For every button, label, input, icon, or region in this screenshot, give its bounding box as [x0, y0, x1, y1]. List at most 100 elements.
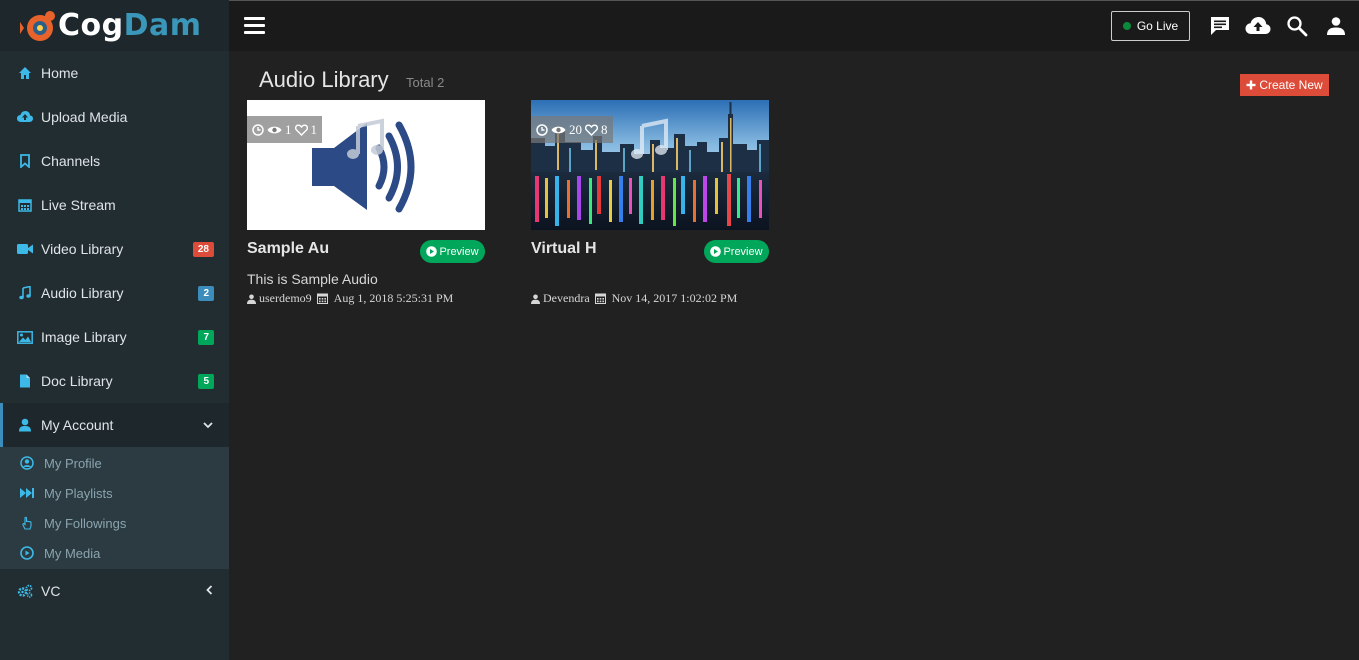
image-icon: [17, 329, 33, 345]
sidebar-item-home[interactable]: Home: [0, 51, 229, 95]
main-content: Audio Library Total 2 Create New 1 1 Sam…: [229, 51, 1359, 660]
likes-count: 1: [310, 121, 318, 137]
media-stats: 1 1: [247, 116, 322, 143]
play-circle-icon: [710, 246, 722, 257]
media-card[interactable]: 1 1 Sample Au Preview This is Sample Aud…: [247, 100, 485, 305]
sidebar-item-label: VC: [41, 583, 61, 599]
page-title: Audio Library: [259, 67, 389, 92]
chevron-down-icon: [203, 418, 213, 432]
play-circle-icon: [19, 545, 35, 561]
audio-count-badge: 2: [198, 285, 214, 301]
sidebar: Cog Dam Home Upload Media Channels Live …: [0, 0, 229, 660]
hand-pointer-icon: [19, 515, 35, 531]
submenu-item-my-playlists[interactable]: My Playlists: [0, 478, 229, 508]
sidebar-item-image-library[interactable]: Image Library 7: [0, 315, 229, 359]
sidebar-item-label: Live Stream: [41, 197, 116, 213]
sidebar-item-channels[interactable]: Channels: [0, 139, 229, 183]
media-meta: Devendra Nov 14, 2017 1:02:02 PM: [531, 291, 737, 306]
my-account-submenu: My Profile My Playlists My Followings My…: [0, 447, 229, 569]
sidebar-item-my-account[interactable]: My Account: [0, 403, 229, 447]
sidebar-item-label: My Account: [41, 417, 114, 433]
sidebar-item-video-library[interactable]: Video Library 28: [0, 227, 229, 271]
heart-icon: [294, 123, 308, 136]
user-circle-icon: [19, 455, 35, 471]
sidebar-item-doc-library[interactable]: Doc Library 5: [0, 359, 229, 403]
sidebar-item-label: Home: [41, 65, 79, 81]
music-note-icon: [631, 118, 668, 159]
video-camera-icon: [17, 241, 33, 257]
views-count: 1: [285, 121, 292, 137]
calendar-icon: [17, 197, 33, 213]
media-author: userdemo9: [259, 291, 312, 305]
bookmark-icon: [17, 153, 33, 169]
top-header: Go Live: [229, 0, 1359, 51]
user-icon: [247, 294, 256, 304]
heart-icon: [585, 123, 598, 136]
likes-count: 8: [601, 121, 608, 137]
preview-label: Preview: [723, 245, 763, 258]
audio-thumbnail[interactable]: 20 8: [531, 100, 769, 230]
media-card[interactable]: 20 8 Virtual H Preview Devendra Nov 14, …: [531, 100, 769, 305]
logo-mark-icon: [20, 10, 55, 41]
sidebar-item-label: Channels: [41, 153, 101, 169]
preview-label: Preview: [439, 245, 479, 258]
music-note-icon: [347, 118, 384, 159]
media-title[interactable]: Virtual H: [531, 240, 597, 258]
menu-toggle-icon[interactable]: [244, 17, 265, 35]
submenu-item-my-profile[interactable]: My Profile: [0, 448, 229, 478]
submenu-item-my-media[interactable]: My Media: [0, 538, 229, 568]
calendar-icon: [594, 293, 606, 304]
sidebar-item-live-stream[interactable]: Live Stream: [0, 183, 229, 227]
cloud-upload-icon[interactable]: [1245, 13, 1271, 39]
brand-logo[interactable]: Cog Dam: [0, 0, 229, 51]
create-new-label: Create New: [1259, 78, 1323, 92]
sidebar-item-label: Video Library: [41, 241, 124, 257]
preview-button[interactable]: Preview: [420, 240, 485, 263]
media-author: Devendra: [543, 291, 590, 305]
logo-text-dam: Dam: [123, 8, 202, 43]
live-status-dot: [1122, 22, 1131, 30]
preview-button[interactable]: Preview: [704, 240, 769, 263]
submenu-item-label: My Playlists: [44, 485, 113, 501]
sidebar-item-audio-library[interactable]: Audio Library 2: [0, 271, 229, 315]
media-stats: 20 8: [531, 116, 613, 143]
sidebar-item-label: Upload Media: [41, 109, 128, 125]
sidebar-item-vc[interactable]: VC: [0, 569, 229, 613]
media-meta: userdemo9 Aug 1, 2018 5:25:31 PM: [247, 291, 453, 306]
calendar-icon: [316, 293, 328, 304]
document-icon: [17, 373, 33, 389]
go-live-button[interactable]: Go Live: [1111, 11, 1190, 41]
submenu-item-label: My Media: [44, 545, 101, 561]
sidebar-item-label: Audio Library: [41, 285, 124, 301]
media-description: This is Sample Audio: [247, 271, 378, 287]
logo-text-cog: Cog: [58, 8, 124, 43]
media-date: Aug 1, 2018 5:25:31 PM: [333, 291, 454, 305]
home-icon: [17, 65, 33, 81]
eye-icon: [267, 126, 282, 133]
chevron-left-icon: [206, 584, 213, 598]
user-icon[interactable]: [1323, 13, 1349, 39]
doc-count-badge: 5: [198, 373, 214, 389]
media-date: Nov 14, 2017 1:02:02 PM: [611, 291, 738, 305]
play-circle-icon: [426, 246, 438, 257]
sidebar-item-label: Image Library: [41, 329, 127, 345]
fast-forward-icon: [19, 485, 35, 501]
plus-icon: [1246, 80, 1256, 90]
video-count-badge: 28: [192, 241, 214, 257]
search-icon[interactable]: [1284, 13, 1310, 39]
cogs-icon: [17, 583, 33, 599]
eye-icon: [551, 126, 566, 133]
sidebar-item-upload-media[interactable]: Upload Media: [0, 95, 229, 139]
music-note-icon: [17, 285, 33, 301]
clock-icon: [536, 123, 548, 136]
clock-icon: [252, 123, 264, 136]
media-title[interactable]: Sample Au: [247, 240, 329, 258]
create-new-button[interactable]: Create New: [1240, 74, 1329, 96]
image-count-badge: 7: [198, 329, 214, 345]
submenu-item-my-followings[interactable]: My Followings: [0, 508, 229, 538]
user-icon: [531, 294, 540, 304]
chat-icon[interactable]: [1207, 13, 1233, 39]
cloud-upload-icon: [17, 109, 33, 125]
audio-thumbnail[interactable]: 1 1: [247, 100, 485, 230]
page-total: Total 2: [406, 75, 445, 90]
